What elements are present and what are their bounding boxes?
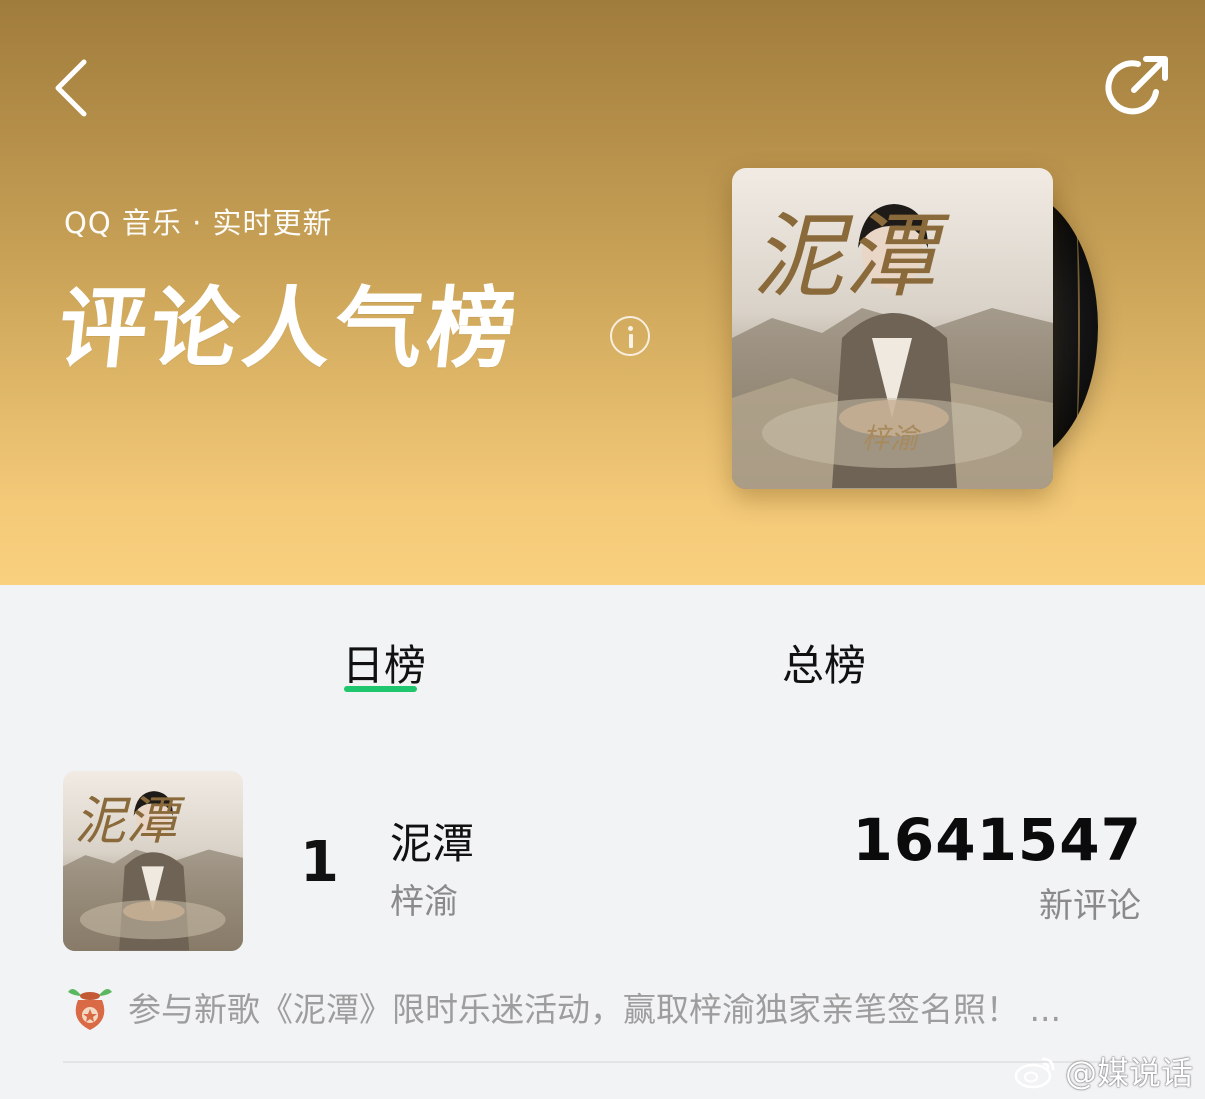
- tab-overall[interactable]: 总榜: [782, 632, 866, 693]
- chart-title: 评论人气榜: [53, 277, 525, 380]
- album-title-calligraphy: 泥潭: [752, 203, 950, 310]
- share-icon: [1105, 56, 1168, 115]
- song-artist[interactable]: 梓渝: [390, 874, 458, 923]
- info-icon[interactable]: [610, 316, 650, 356]
- watermark-text: @媒说话: [1064, 1054, 1193, 1092]
- album-signature: 梓渝: [862, 422, 922, 455]
- back-arrow-icon: [55, 59, 87, 117]
- promo-banner-text[interactable]: 参与新歌《泥潭》限时乐迷活动，赢取梓渝独家亲笔签名照！ ...: [128, 983, 1118, 1031]
- album-art: 泥潭 梓渝: [732, 168, 1053, 489]
- new-comment-label: 新评论: [1039, 886, 1141, 926]
- song-cover[interactable]: 泥潭: [63, 771, 243, 951]
- chart-subtitle: QQ 音乐 · 实时更新: [64, 206, 333, 240]
- gift-pouch-icon: [68, 989, 112, 1030]
- weibo-watermark: @媒说话: [1013, 1048, 1193, 1094]
- new-comment-count: 1641547: [852, 806, 1142, 874]
- song-cover-title: 泥潭: [74, 791, 186, 851]
- rank-number: 1: [300, 830, 339, 895]
- chart-header: QQ 音乐 · 实时更新 评论人气榜 泥潭 梓渝: [0, 0, 1205, 585]
- weibo-logo-icon: [1014, 1057, 1055, 1089]
- song-title[interactable]: 泥潭: [390, 810, 474, 871]
- active-tab-indicator: [344, 686, 417, 692]
- album-cover-large[interactable]: 泥潭 梓渝: [732, 168, 1053, 489]
- share-button[interactable]: [1104, 52, 1174, 122]
- back-button[interactable]: [48, 56, 98, 120]
- tab-daily[interactable]: 日榜: [342, 632, 426, 693]
- row-divider: [63, 1061, 1142, 1063]
- song-cover-art: 泥潭: [63, 771, 243, 951]
